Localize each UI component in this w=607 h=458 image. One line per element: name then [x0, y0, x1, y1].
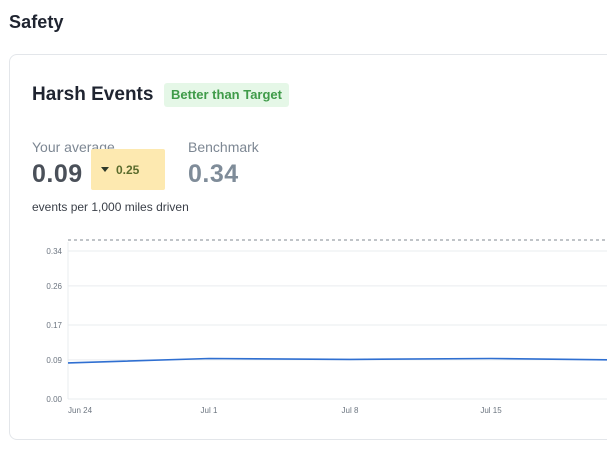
- series-line: [67, 357, 607, 364]
- x-tick-label: Jul 8: [342, 406, 359, 415]
- x-tick-label: Jul 15: [480, 406, 502, 415]
- x-tick-label: Jul 1: [201, 406, 218, 415]
- x-tick-label: Jun 24: [68, 406, 93, 415]
- y-tick-label: 0.09: [46, 356, 62, 365]
- y-tick-label: 0.00: [46, 395, 62, 404]
- y-tick-label: 0.26: [46, 282, 62, 291]
- y-tick-label: 0.17: [46, 321, 62, 330]
- y-tick-label: 0.34: [46, 247, 62, 256]
- harsh-events-chart: 0.00 0.09 0.17 0.26 0.34 Jun 24 Jul 1 Jul 8 Jul …: [46, 239, 607, 415]
